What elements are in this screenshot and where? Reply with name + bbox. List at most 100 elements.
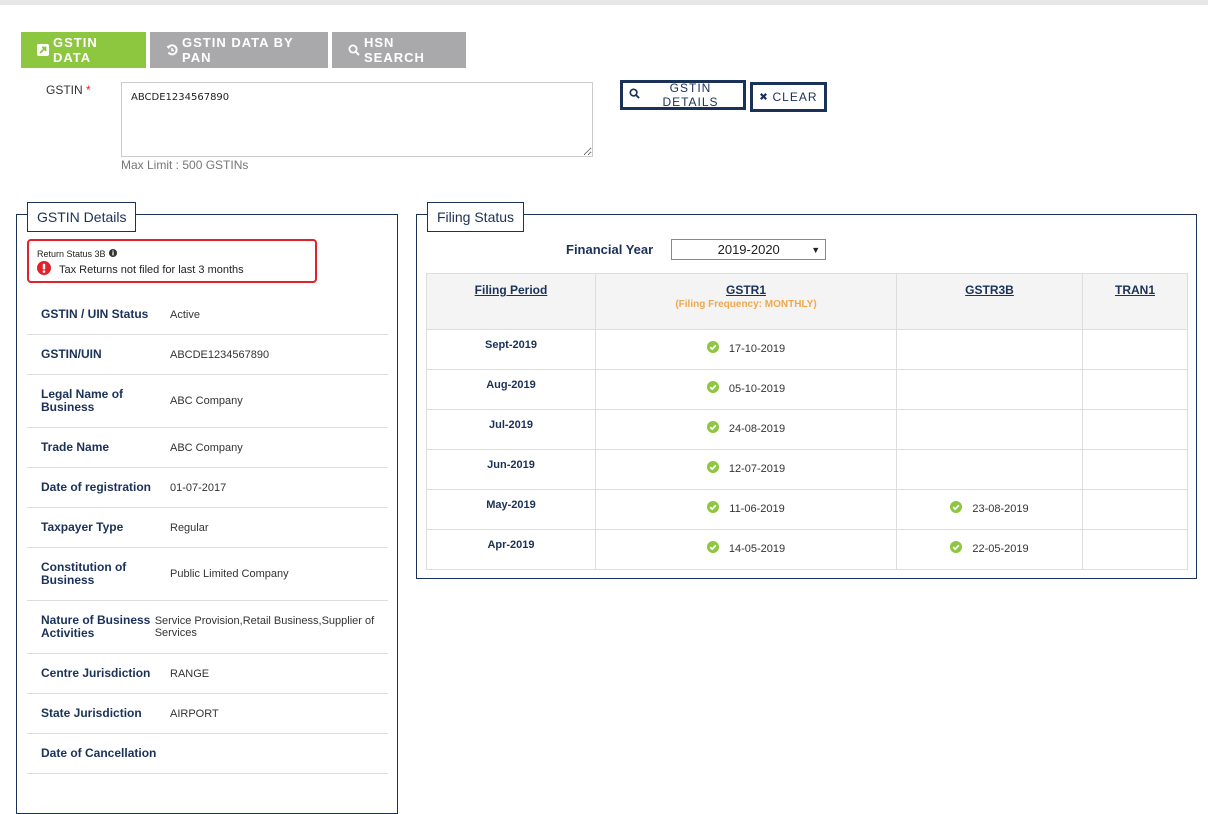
detail-value: RANGE [170,667,210,680]
filed-status: 17-10-2019 [706,341,786,356]
detail-value: Active [170,308,200,321]
filing-period-cell: Aug-2019 [426,369,596,410]
gstin-details-button[interactable]: GSTIN DETAILS [620,80,746,110]
required-mark: * [86,83,91,97]
filing-status-table: Filing Period GSTR1 (Filing Frequency: MO… [426,273,1188,570]
detail-label: GSTIN/UIN [41,347,102,361]
tran1-cell [1082,449,1188,490]
history-icon [166,44,178,56]
filed-status: 22-05-2019 [950,541,1029,556]
detail-row: Nature of Business Activities Service Pro… [27,601,388,654]
check-circle-icon [706,421,719,436]
clear-button[interactable]: CLEAR [750,82,827,112]
alert-message-text: Tax Returns not filed for last 3 months [59,263,244,276]
check-circle-icon [707,501,720,516]
detail-row: Trade Name ABC Company [27,428,388,468]
tab-gstin-data[interactable]: GSTIN DATA [21,32,146,68]
info-icon[interactable] [108,249,117,259]
tran1-cell [1082,409,1188,450]
gstr3b-cell [896,409,1083,450]
search-icon [629,88,640,102]
detail-label: Date of Cancellation [41,746,157,760]
check-circle-icon [706,541,719,556]
check-circle-icon [706,461,719,476]
table-row: Apr-2019 14-05-2019 22-05-2019 [426,529,1188,570]
filed-date: 12-07-2019 [728,462,786,475]
financial-year-row: Financial Year 2019-2020 ▼ [566,239,827,260]
filing-frequency: (Filing Frequency: MONTHLY) [675,299,817,310]
table-row: Jul-2019 24-08-2019 [426,409,1188,450]
check-circle-icon [950,541,963,556]
check-circle-icon [706,381,719,396]
detail-row: Date of Cancellation [27,734,388,774]
gstin-details-panel: GSTIN Details Return Status 3B Tax Retur… [16,202,398,814]
detail-row: Taxpayer Type Regular [27,508,388,548]
detail-value: ABC Company [170,441,243,454]
detail-value: Public Limited Company [170,568,289,580]
filed-date: 11-06-2019 [729,502,785,515]
gstr1-cell: 11-06-2019 [595,489,897,530]
tran1-cell [1082,329,1188,370]
details-list: GSTIN / UIN Status Active GSTIN/UIN ABCDE12… [27,295,388,774]
detail-value: Service Provision,Retail Business,Suppli… [154,615,375,639]
gstr1-link[interactable]: GSTR1 [726,283,766,297]
close-icon [759,90,768,104]
filing-period-cell: Jul-2019 [426,409,596,450]
gstr3b-cell [896,329,1083,370]
detail-label: Centre Jurisdiction [41,666,151,680]
gstin-field-label: GSTIN * [46,83,91,97]
detail-label: Taxpayer Type [41,520,124,534]
table-header-row: Filing Period GSTR1 (Filing Frequency: MO… [426,273,1188,330]
alert-title: Return Status 3B [37,249,315,259]
detail-value: AIRPORT [170,707,219,720]
tran1-cell [1082,529,1188,570]
detail-label: Trade Name [41,440,110,454]
detail-row: GSTIN / UIN Status Active [27,295,388,335]
financial-year-select[interactable]: 2019-2020 ▼ [671,239,827,260]
tab-hsn-search[interactable]: HSN SEARCH [332,32,466,68]
filed-status: 24-08-2019 [706,421,785,436]
detail-row: State Jurisdiction AIRPORT [27,694,388,734]
column-header-gstr1: GSTR1 (Filing Frequency: MONTHLY) [595,273,897,330]
gstin-input[interactable] [121,82,593,157]
detail-label: GSTIN / UIN Status [41,307,149,321]
dropdown-arrow-icon: ▼ [811,244,821,255]
detail-label: Legal Name of Business [41,387,124,414]
filed-date: 22-05-2019 [972,542,1029,555]
filed-date: 14-05-2019 [728,542,786,555]
filing-period-link[interactable]: Filing Period [475,283,548,297]
gstr1-cell: 24-08-2019 [595,409,897,450]
gstr3b-cell [896,369,1083,410]
filed-date: 23-08-2019 [972,502,1029,515]
search-icon [348,44,360,56]
filed-status: 05-10-2019 [706,381,785,396]
check-circle-icon [706,341,719,356]
financial-year-value: 2019-2020 [717,242,780,257]
tab-label: GSTIN DATA [53,35,98,65]
tran1-cell [1082,489,1188,530]
filed-status: 23-08-2019 [950,501,1029,516]
alert-message: Tax Returns not filed for last 3 months [37,261,315,278]
detail-value: 01-07-2017 [170,481,227,494]
gstr1-cell: 05-10-2019 [595,369,897,410]
exclamation-icon [37,261,51,278]
filing-period-cell: Sept-2019 [426,329,596,370]
return-status-alert: Return Status 3B Tax Returns not filed f… [27,239,317,283]
filed-date: 17-10-2019 [728,342,786,355]
gstr1-cell: 12-07-2019 [595,449,897,490]
detail-label: Constitution of Business [41,560,127,587]
filed-status: 14-05-2019 [706,541,786,556]
detail-row: GSTIN/UIN ABCDE1234567890 [27,335,388,375]
tab-gstin-data-by-pan[interactable]: GSTIN DATA BY PAN [150,32,328,68]
filing-period-cell: Apr-2019 [426,529,596,570]
alert-title-text: Return Status 3B [37,249,106,259]
detail-value: Regular [170,521,209,534]
detail-value: ABCDE1234567890 [170,348,270,361]
tran1-link[interactable]: TRAN1 [1115,283,1155,297]
gstr3b-link[interactable]: GSTR3B [965,283,1014,297]
gstr3b-cell: 22-05-2019 [896,529,1083,570]
panel-title: Filing Status [427,202,525,232]
detail-label: Nature of Business Activities [41,613,151,640]
tran1-cell [1082,369,1188,410]
column-header-gstr3b: GSTR3B [896,273,1083,330]
